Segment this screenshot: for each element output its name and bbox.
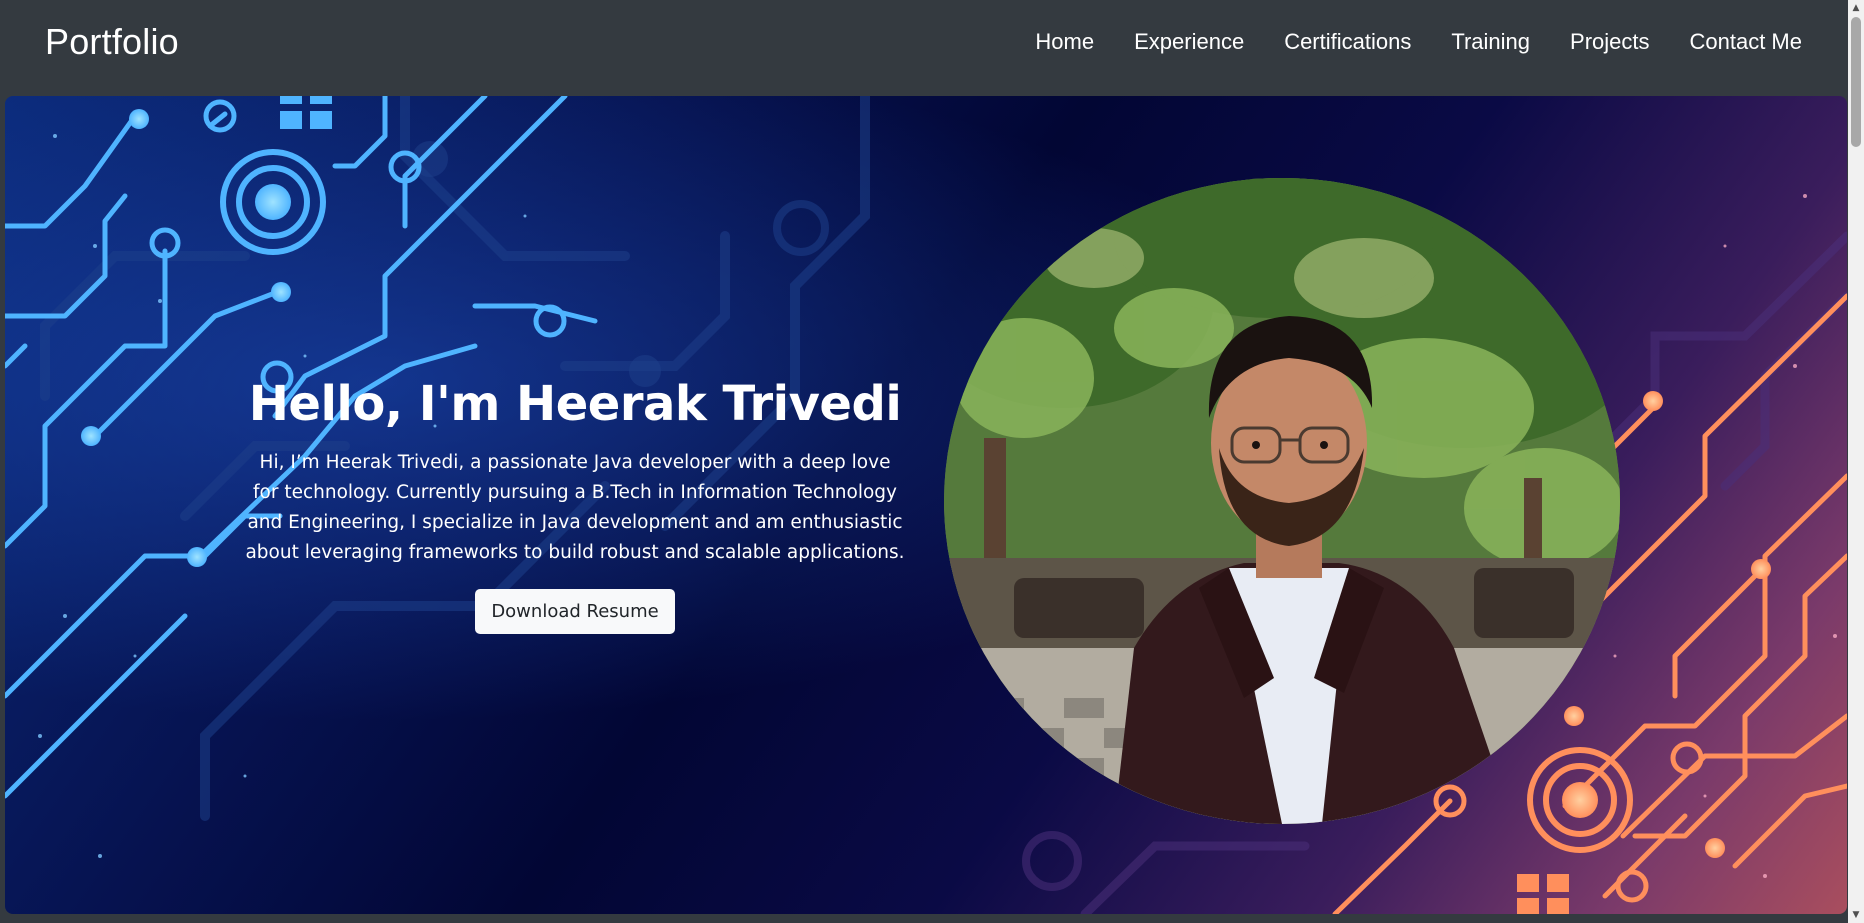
- vertical-scrollbar[interactable]: ▲ ▼: [1848, 0, 1864, 923]
- nav-item-home: Home: [1035, 29, 1094, 55]
- profile-photo-image: [944, 178, 1620, 824]
- nav-link-certifications[interactable]: Certifications: [1284, 29, 1411, 54]
- nav-link-projects[interactable]: Projects: [1570, 29, 1649, 54]
- nav-link-home[interactable]: Home: [1035, 29, 1094, 54]
- brand-logo[interactable]: Portfolio: [45, 21, 179, 63]
- nav-link-experience[interactable]: Experience: [1134, 29, 1244, 54]
- hero-title: Hello, I'm Heerak Trivedi: [248, 376, 902, 432]
- scroll-thumb[interactable]: [1851, 17, 1861, 147]
- hero-section: Hello, I'm Heerak Trivedi Hi, I’m Heerak…: [5, 96, 1847, 914]
- nav-item-contact: Contact Me: [1690, 29, 1803, 55]
- nav-link-training[interactable]: Training: [1451, 29, 1530, 54]
- nav-item-training: Training: [1451, 29, 1530, 55]
- hero-description: Hi, I’m Heerak Trivedi, a passionate Jav…: [245, 452, 905, 563]
- profile-photo: [944, 178, 1620, 824]
- nav-menu: Home Experience Certifications Training …: [995, 29, 1802, 55]
- download-resume-button[interactable]: Download Resume: [475, 589, 675, 634]
- hero-intro: Hello, I'm Heerak Trivedi Hi, I’m Heerak…: [245, 376, 905, 634]
- navbar: Portfolio Home Experience Certifications…: [0, 0, 1852, 95]
- scroll-up-arrow-icon[interactable]: ▲: [1848, 0, 1864, 16]
- nav-link-contact[interactable]: Contact Me: [1690, 29, 1803, 54]
- nav-item-experience: Experience: [1134, 29, 1244, 55]
- nav-item-certifications: Certifications: [1284, 29, 1411, 55]
- nav-item-projects: Projects: [1570, 29, 1649, 55]
- scroll-down-arrow-icon[interactable]: ▼: [1848, 907, 1864, 923]
